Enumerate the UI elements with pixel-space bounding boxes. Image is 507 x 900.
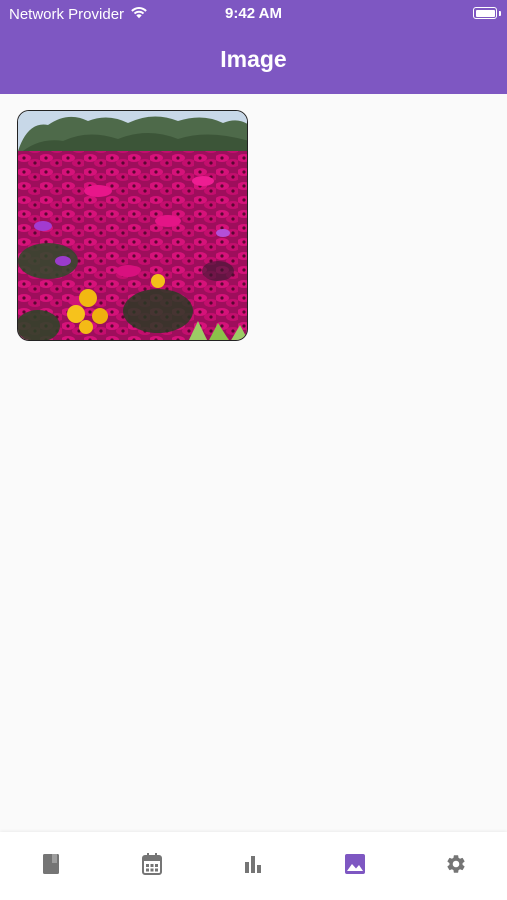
screen: Network Provider 9:42 AM Image (0, 0, 507, 900)
book-icon (41, 853, 61, 880)
nav-item-charts[interactable] (223, 836, 283, 896)
battery-icon (473, 7, 497, 19)
bottom-navigation (0, 832, 507, 900)
gear-icon (445, 853, 467, 880)
nav-item-settings[interactable] (426, 836, 486, 896)
nav-item-calendar[interactable] (122, 836, 182, 896)
nav-item-book[interactable] (21, 836, 81, 896)
battery-level (475, 9, 495, 17)
app-bar: Network Provider 9:42 AM Image (0, 0, 507, 94)
status-time: 9:42 AM (225, 5, 282, 22)
status-bar: Network Provider 9:42 AM (0, 0, 507, 28)
flower-photo-image (18, 111, 247, 340)
flower-field-photo[interactable] (17, 110, 248, 341)
battery-cap (499, 11, 501, 16)
page-title: Image (220, 46, 287, 72)
gallery-content (0, 94, 507, 832)
calendar-icon (142, 852, 163, 880)
nav-item-image[interactable] (325, 836, 385, 896)
bar-chart-icon (243, 854, 263, 879)
image-icon (344, 853, 366, 880)
